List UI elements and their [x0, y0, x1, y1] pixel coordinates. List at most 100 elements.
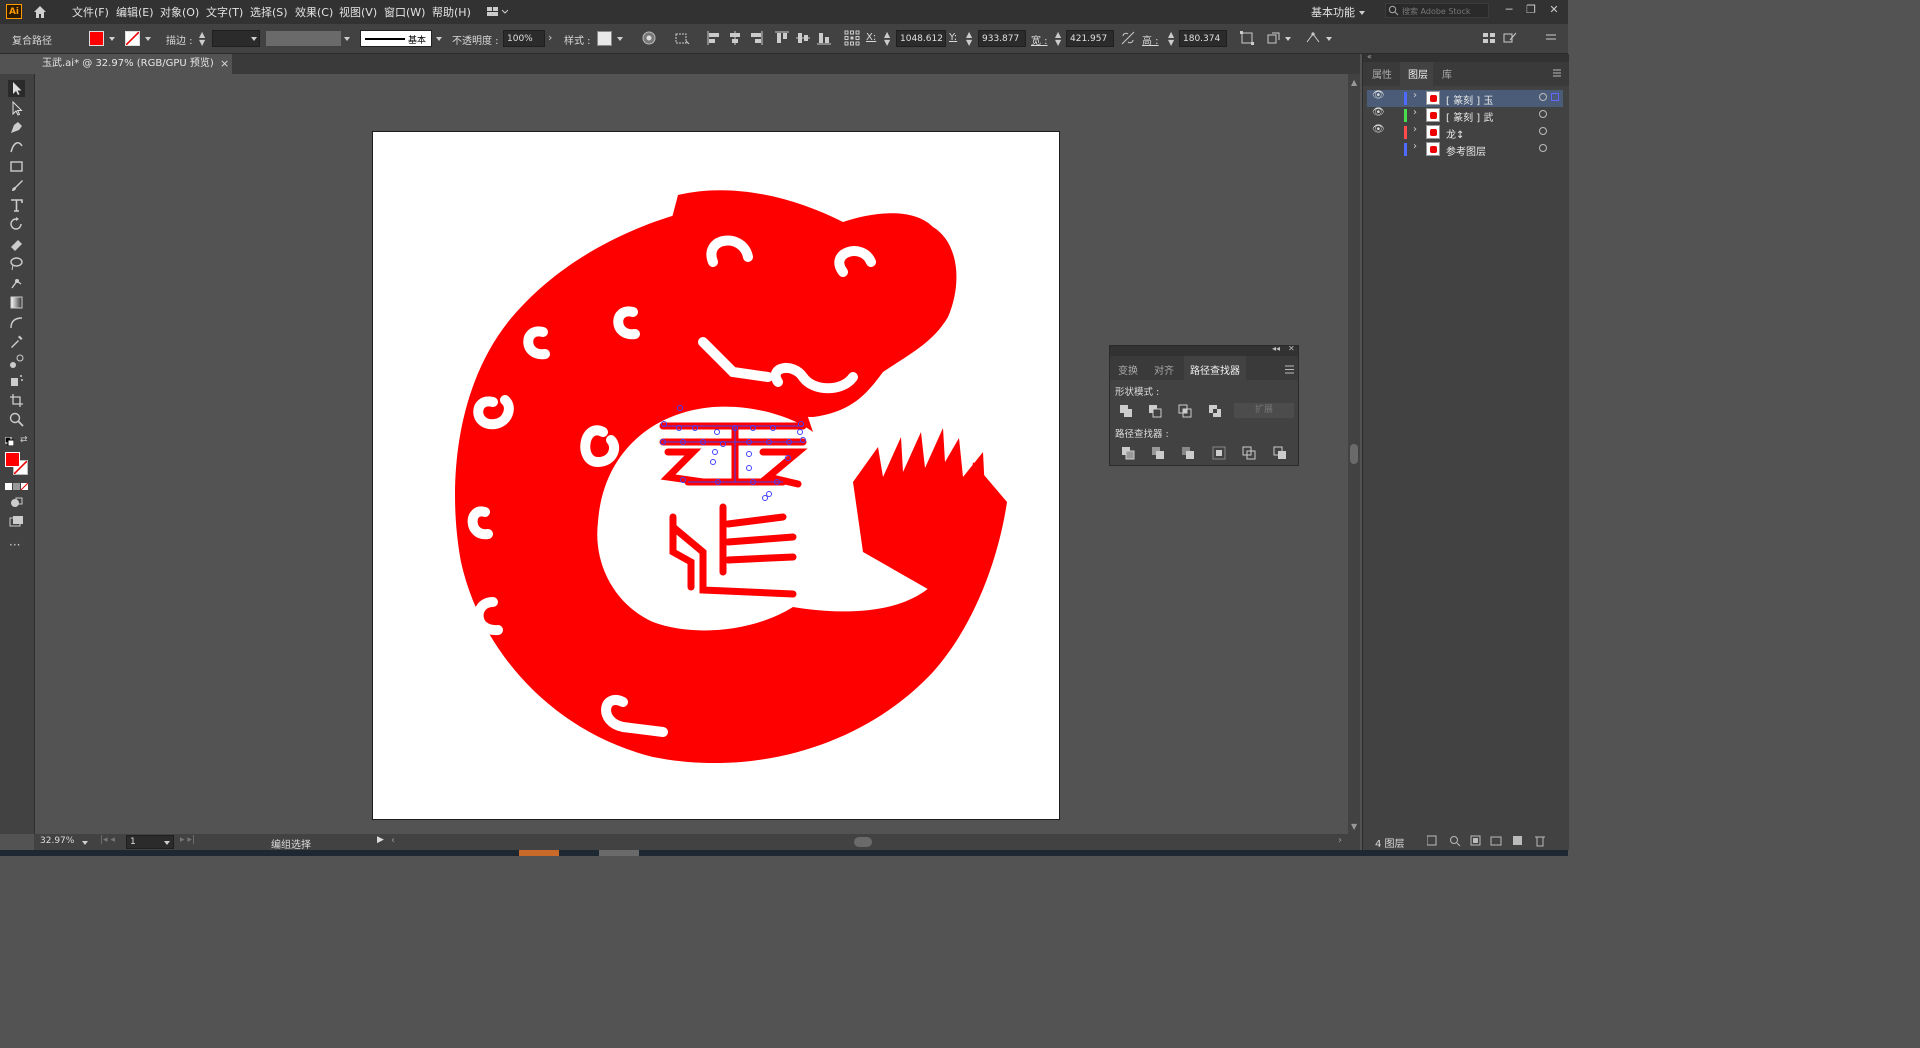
- artboard[interactable]: [372, 131, 1060, 820]
- selection-tool-icon[interactable]: [8, 80, 25, 97]
- target-circle-icon[interactable]: [1539, 127, 1547, 135]
- crop-icon[interactable]: [1212, 446, 1226, 460]
- chevron-down-icon[interactable]: [436, 37, 442, 41]
- chevron-down-icon[interactable]: [1285, 37, 1291, 41]
- selection-square-icon[interactable]: [1551, 93, 1559, 101]
- expand-button[interactable]: 扩展: [1234, 403, 1294, 418]
- workspace-switcher[interactable]: 基本功能: [1311, 4, 1355, 20]
- swap-colors-icon[interactable]: ⇄: [20, 436, 29, 445]
- fill-color-icon[interactable]: [5, 452, 20, 467]
- eye-icon[interactable]: 👁: [1372, 90, 1385, 101]
- x-stepper-icon[interactable]: ▲ ▼: [884, 31, 893, 47]
- divide-icon[interactable]: [1121, 446, 1135, 460]
- chevron-right-icon[interactable]: ›: [1413, 107, 1417, 118]
- stroke-swatch-none-icon[interactable]: [125, 31, 140, 46]
- layer-row[interactable]: › 参考图层: [1367, 141, 1563, 158]
- menu-select[interactable]: 选择(S): [250, 4, 288, 20]
- opacity-field[interactable]: 100%: [503, 30, 545, 47]
- scroll-right-icon[interactable]: ›: [1338, 835, 1342, 846]
- expand-dock-icon[interactable]: «: [1367, 52, 1372, 61]
- align-left-icon[interactable]: [706, 30, 722, 46]
- panel-menu-icon[interactable]: [1285, 364, 1294, 374]
- chevron-right-icon[interactable]: ›: [548, 31, 552, 44]
- eyedropper-tool-icon[interactable]: [8, 333, 25, 350]
- align-center-h-icon[interactable]: [727, 30, 743, 46]
- vertical-scroll-thumb[interactable]: [1350, 444, 1358, 464]
- recolor-artwork-icon[interactable]: [641, 30, 657, 46]
- transform-icon[interactable]: [1239, 30, 1255, 46]
- scroll-down-icon[interactable]: ▼: [1351, 822, 1357, 831]
- visibility-empty[interactable]: [1372, 141, 1384, 153]
- minus-front-icon[interactable]: [1148, 404, 1162, 418]
- dragon-seal-artwork[interactable]: [373, 132, 1059, 819]
- horizontal-scroll-thumb[interactable]: [854, 837, 872, 847]
- tab-transform[interactable]: 变换: [1118, 362, 1138, 377]
- more-tools-icon[interactable]: ···: [9, 538, 20, 552]
- pen-tool-icon[interactable]: [8, 119, 25, 136]
- target-circle-icon[interactable]: [1539, 93, 1547, 101]
- variable-width-profile[interactable]: [266, 31, 341, 46]
- fill-swatch[interactable]: [89, 31, 104, 46]
- align-right-icon[interactable]: [748, 30, 764, 46]
- height-field[interactable]: 180.374: [1179, 30, 1227, 47]
- home-icon[interactable]: [32, 4, 48, 20]
- screen-mode-icon[interactable]: [8, 513, 25, 530]
- minimize-icon[interactable]: ─: [1500, 3, 1518, 17]
- direct-selection-tool-icon[interactable]: [8, 100, 25, 117]
- tab-pathfinder[interactable]: 路径查找器: [1190, 362, 1240, 377]
- canvas-vertical-scrollbar[interactable]: ▲ ▼: [1348, 74, 1360, 834]
- menu-object[interactable]: 对象(O): [160, 4, 199, 20]
- y-field[interactable]: 933.877: [978, 30, 1026, 47]
- tab-layers[interactable]: 图层: [1408, 66, 1428, 81]
- chevron-right-icon[interactable]: ›: [1413, 141, 1417, 152]
- zoom-tool-icon[interactable]: [8, 411, 25, 428]
- first-artboard-icon[interactable]: |◂ ◂: [100, 835, 115, 845]
- chevron-right-icon[interactable]: ›: [1413, 124, 1417, 135]
- scroll-left-icon[interactable]: ‹: [391, 835, 395, 846]
- merge-icon[interactable]: [1181, 446, 1195, 460]
- collapse-panel-icon[interactable]: ◂◂: [1272, 344, 1280, 353]
- close-panel-icon[interactable]: ✕: [1288, 344, 1295, 353]
- layer-row[interactable]: 👁 › [ 篆刻 ] 武: [1367, 107, 1563, 124]
- close-tab-icon[interactable]: ×: [220, 54, 229, 74]
- paintbrush-tool-icon[interactable]: [8, 177, 25, 194]
- intersect-icon[interactable]: [1178, 404, 1192, 418]
- chevron-down-icon[interactable]: [1326, 37, 1332, 41]
- drawing-modes-icon[interactable]: [8, 494, 25, 511]
- close-window-icon[interactable]: ✕: [1545, 3, 1563, 17]
- align-to-selection-icon[interactable]: [674, 30, 690, 46]
- taskbar-app-icon[interactable]: [519, 850, 559, 856]
- status-menu-arrow-icon[interactable]: ▶: [377, 835, 384, 845]
- trim-icon[interactable]: [1151, 446, 1165, 460]
- align-bottom-icon[interactable]: [816, 30, 832, 46]
- eye-icon[interactable]: 👁: [1372, 124, 1385, 135]
- x-field[interactable]: 1048.612: [896, 30, 946, 47]
- panel-edit-icon[interactable]: [1502, 30, 1518, 46]
- eye-icon[interactable]: 👁: [1372, 107, 1385, 118]
- isolate-icon[interactable]: [1266, 30, 1282, 46]
- menu-effect[interactable]: 效果(C): [295, 4, 333, 20]
- puppet-tool-icon[interactable]: [8, 275, 25, 292]
- tab-properties[interactable]: 属性: [1372, 66, 1392, 81]
- curvature-tool-icon[interactable]: [8, 138, 25, 155]
- stroke-weight-stepper-icon[interactable]: ▲ ▼: [199, 31, 209, 47]
- width-stepper-icon[interactable]: ▲ ▼: [1055, 31, 1064, 47]
- lasso-warp-tool-icon[interactable]: [8, 255, 25, 272]
- menu-file[interactable]: 文件(F): [72, 4, 109, 20]
- chevron-down-icon[interactable]: [82, 841, 88, 845]
- rotate-tool-icon[interactable]: [8, 216, 25, 233]
- reference-point-icon[interactable]: [844, 30, 860, 46]
- zoom-level[interactable]: 32.97%: [40, 836, 74, 846]
- layer-row[interactable]: 👁 › 龙↕: [1367, 124, 1563, 141]
- tab-align[interactable]: 对齐: [1154, 362, 1174, 377]
- menu-window[interactable]: 窗口(W): [384, 4, 425, 20]
- blend-tool-icon[interactable]: [8, 353, 25, 370]
- artboard-tool-icon[interactable]: [8, 392, 25, 409]
- brush-definition[interactable]: 基本: [360, 30, 432, 47]
- chevron-down-icon[interactable]: [145, 37, 151, 41]
- default-colors-icon[interactable]: [4, 436, 15, 447]
- align-center-v-icon[interactable]: [795, 30, 811, 46]
- puppet-warp-icon[interactable]: [1305, 30, 1321, 46]
- arrange-panels-icon[interactable]: [1481, 30, 1497, 46]
- rectangle-tool-icon[interactable]: [8, 158, 25, 175]
